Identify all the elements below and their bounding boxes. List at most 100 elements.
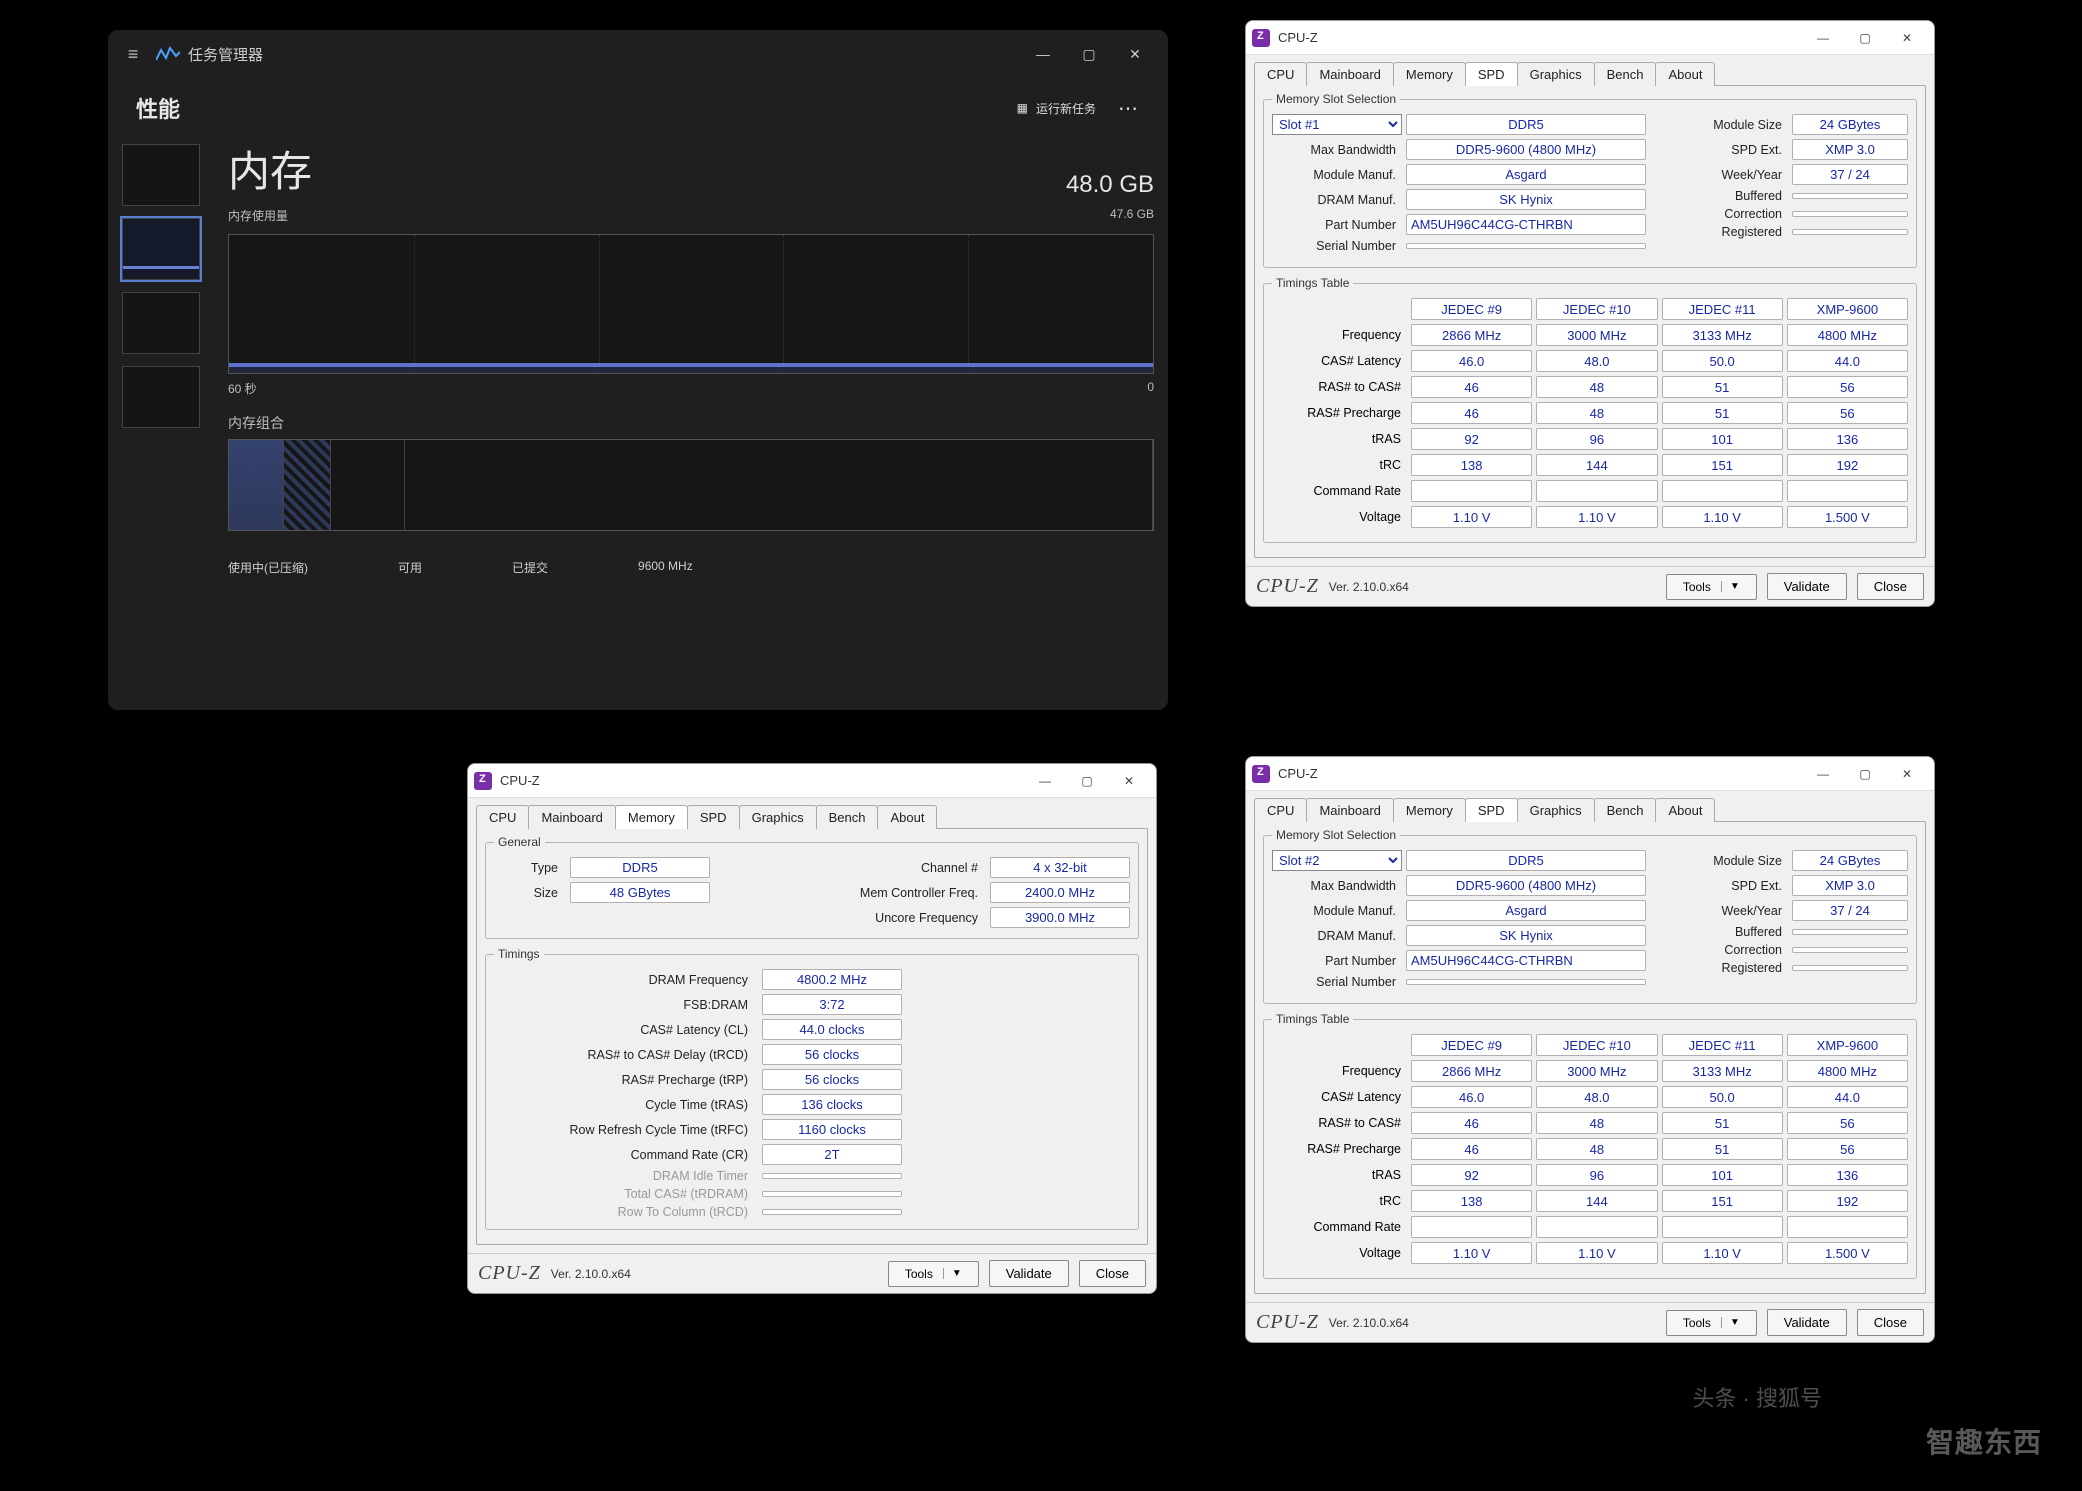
thumb-network[interactable]	[122, 366, 200, 428]
tab-cpu[interactable]: CPU	[1254, 62, 1307, 86]
minimize-button[interactable]: —	[1802, 760, 1844, 788]
close-button[interactable]: ✕	[1886, 760, 1928, 788]
close-cpuz-button[interactable]: Close	[1079, 1260, 1146, 1287]
tt-cell: 46.0	[1411, 1086, 1532, 1108]
val-tras: 136 clocks	[762, 1094, 902, 1115]
tt-cell: 48	[1536, 1112, 1657, 1134]
tab-about[interactable]: About	[877, 805, 937, 829]
thumb-cpu[interactable]	[122, 144, 200, 206]
tt-cell	[1662, 480, 1783, 502]
tab-spd[interactable]: SPD	[687, 805, 740, 829]
tab-memory[interactable]: Memory	[1393, 62, 1466, 86]
tab-graphics[interactable]: Graphics	[1517, 62, 1595, 86]
sidebar-thumbnails	[122, 138, 206, 684]
minimize-button[interactable]: —	[1024, 767, 1066, 795]
tools-button[interactable]: Tools▼	[888, 1261, 979, 1287]
val-channel: 4 x 32-bit	[990, 857, 1130, 878]
tab-about[interactable]: About	[1655, 62, 1715, 86]
maximize-button[interactable]: ▢	[1066, 38, 1112, 70]
memory-slot-selection-group: Memory Slot Selection Slot #1 DDR5 Max B…	[1263, 92, 1917, 268]
cpuz-app-icon	[474, 772, 492, 790]
tt-cell: 1.500 V	[1787, 1242, 1908, 1264]
tab-mainboard[interactable]: Mainboard	[528, 805, 615, 829]
maximize-button[interactable]: ▢	[1844, 24, 1886, 52]
tab-bench[interactable]: Bench	[1594, 62, 1657, 86]
tab-bench[interactable]: Bench	[1594, 798, 1657, 822]
general-group: General TypeDDR5 Channel #4 x 32-bit Siz…	[485, 835, 1139, 939]
footer: CPU‑Z Ver. 2.10.0.x64 Tools▼ Validate Cl…	[1246, 1302, 1934, 1342]
tab-memory[interactable]: Memory	[1393, 798, 1466, 822]
tab-memory[interactable]: Memory	[615, 805, 688, 829]
thumb-disk[interactable]	[122, 292, 200, 354]
tt-cell: 46	[1411, 1138, 1532, 1160]
memory-panel: 内存 48.0 GB 内存使用量 47.6 GB 60 秒 0 内存组合	[206, 138, 1154, 684]
label-committed: 已提交	[512, 559, 548, 576]
tt-cell: 138	[1411, 1190, 1532, 1212]
tab-about[interactable]: About	[1655, 798, 1715, 822]
close-button[interactable]: ✕	[1108, 767, 1150, 795]
tm-header: 性能 ▦ 运行新任务 ⋯	[108, 78, 1168, 138]
tt-cell: 151	[1662, 454, 1783, 476]
tt-col-header: JEDEC #10	[1536, 1034, 1657, 1056]
tab-graphics[interactable]: Graphics	[739, 805, 817, 829]
cpuz-spd-window-slot1: CPU-Z — ▢ ✕ CPU Mainboard Memory SPD Gra…	[1245, 20, 1935, 607]
close-button[interactable]: ✕	[1886, 24, 1928, 52]
val-serial	[1406, 243, 1646, 249]
tab-spd[interactable]: SPD	[1465, 62, 1518, 86]
close-cpuz-button[interactable]: Close	[1857, 1309, 1924, 1336]
tab-cpu[interactable]: CPU	[476, 805, 529, 829]
tt-row-label: CAS# Latency	[1272, 354, 1407, 368]
tab-spd[interactable]: SPD	[1465, 798, 1518, 822]
val-buffered	[1792, 929, 1908, 935]
hamburger-icon[interactable]: ≡	[118, 44, 148, 65]
close-button[interactable]: ✕	[1112, 38, 1158, 70]
tt-cell: 51	[1662, 402, 1783, 424]
more-options-button[interactable]: ⋯	[1118, 96, 1140, 121]
tt-col-header: JEDEC #11	[1662, 298, 1783, 320]
maximize-button[interactable]: ▢	[1844, 760, 1886, 788]
minimize-button[interactable]: —	[1020, 38, 1066, 70]
tt-cell: 1.10 V	[1536, 1242, 1657, 1264]
tt-row-label: Command Rate	[1272, 1220, 1407, 1234]
tt-row-label: tRC	[1272, 1194, 1407, 1208]
maximize-button[interactable]: ▢	[1066, 767, 1108, 795]
val-uncore: 3900.0 MHz	[990, 907, 1130, 928]
tools-button[interactable]: Tools▼	[1666, 574, 1757, 600]
slot-select[interactable]: Slot #2	[1272, 850, 1402, 871]
tab-graphics[interactable]: Graphics	[1517, 798, 1595, 822]
tab-bench[interactable]: Bench	[816, 805, 879, 829]
slot-select[interactable]: Slot #1	[1272, 114, 1402, 135]
tt-row-label: Frequency	[1272, 328, 1407, 342]
tab-mainboard[interactable]: Mainboard	[1306, 798, 1393, 822]
tt-cell: 3133 MHz	[1662, 324, 1783, 346]
val-correction	[1792, 947, 1908, 953]
val-type: DDR5	[1406, 850, 1646, 871]
tab-cpu[interactable]: CPU	[1254, 798, 1307, 822]
validate-button[interactable]: Validate	[1767, 1309, 1847, 1336]
tt-cell: 56	[1787, 376, 1908, 398]
val-cr: 2T	[762, 1144, 902, 1165]
run-new-task-button[interactable]: ▦ 运行新任务	[1017, 100, 1096, 117]
tt-cell: 48	[1536, 376, 1657, 398]
timings-table-group: Timings Table JEDEC #9JEDEC #10JEDEC #11…	[1263, 1012, 1917, 1279]
validate-button[interactable]: Validate	[1767, 573, 1847, 600]
validate-button[interactable]: Validate	[989, 1260, 1069, 1287]
window-title: 任务管理器	[188, 44, 263, 65]
tt-cell	[1662, 1216, 1783, 1238]
tab-mainboard[interactable]: Mainboard	[1306, 62, 1393, 86]
thumb-memory[interactable]	[122, 218, 200, 280]
tt-cell: 101	[1662, 428, 1783, 450]
tt-cell: 3133 MHz	[1662, 1060, 1783, 1082]
tools-button[interactable]: Tools▼	[1666, 1310, 1757, 1336]
version-label: Ver. 2.10.0.x64	[551, 1267, 631, 1281]
tt-cell: 144	[1536, 1190, 1657, 1212]
val-trcd: 56 clocks	[762, 1044, 902, 1065]
tt-cell: 50.0	[1662, 1086, 1783, 1108]
val-buffered	[1792, 193, 1908, 199]
close-cpuz-button[interactable]: Close	[1857, 573, 1924, 600]
val-serial	[1406, 979, 1646, 985]
tt-cell: 138	[1411, 454, 1532, 476]
minimize-button[interactable]: —	[1802, 24, 1844, 52]
tt-cell: 48.0	[1536, 1086, 1657, 1108]
tab-performance[interactable]: 性能	[136, 92, 180, 124]
